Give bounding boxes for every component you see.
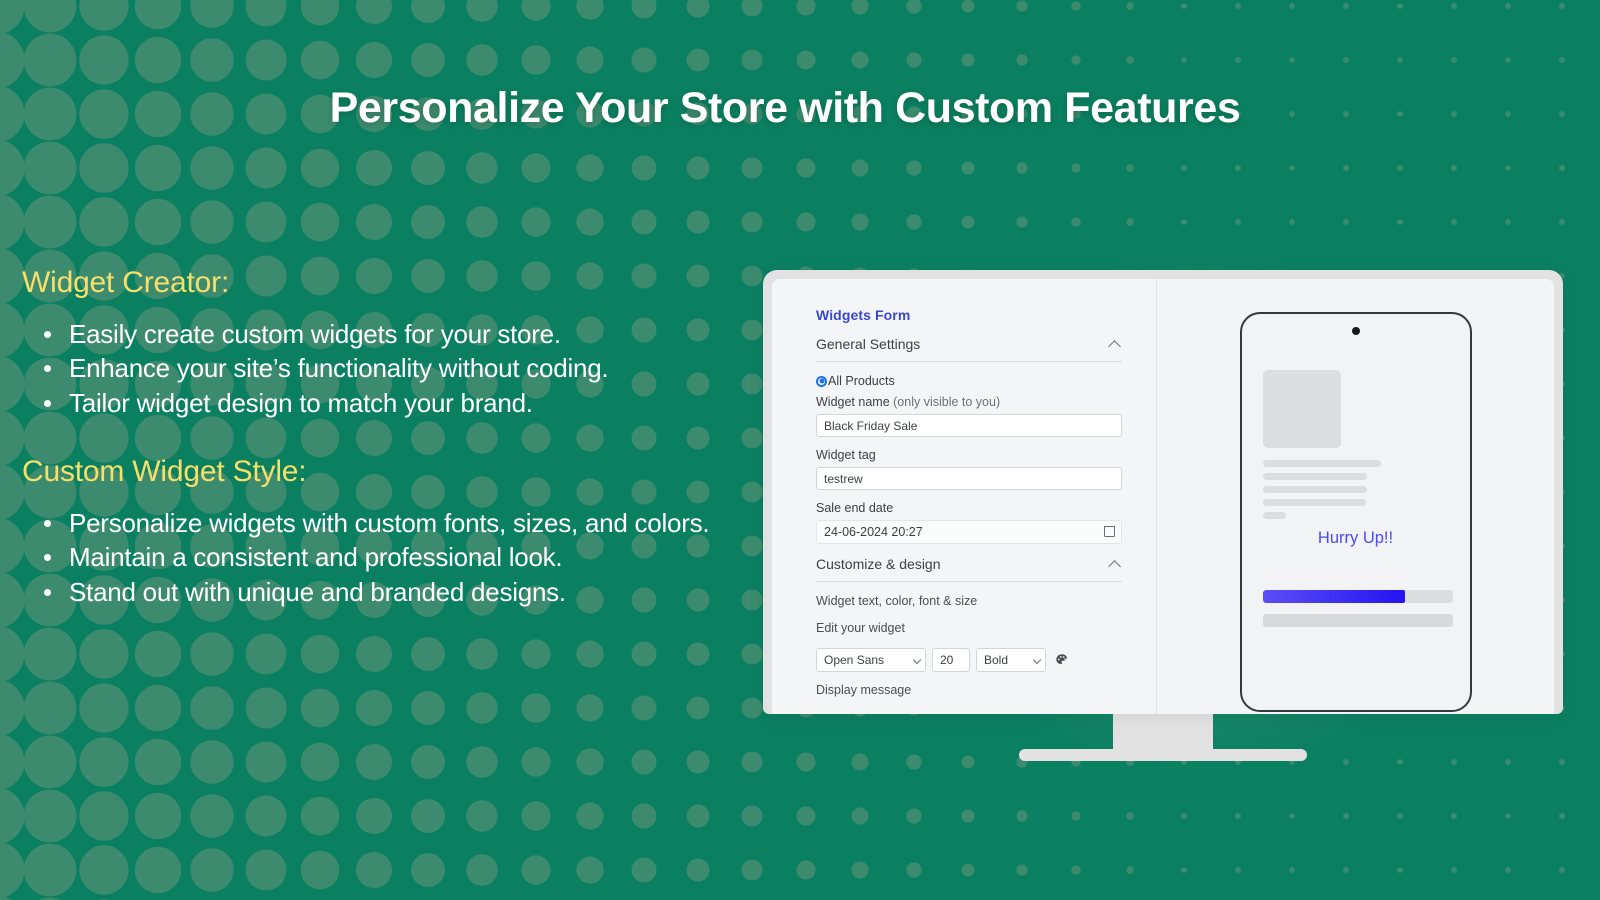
section-widget-creator: Widget Creator: Easily create custom wid… <box>22 266 609 422</box>
font-controls-row <box>816 648 1122 672</box>
edit-widget-label: Edit your widget <box>816 621 905 635</box>
widgets-form-title: Widgets Form <box>816 307 911 323</box>
page-title: Personalize Your Store with Custom Featu… <box>329 84 1241 132</box>
monitor-stand-neck <box>1113 714 1213 749</box>
list-item: Maintain a consistent and professional l… <box>22 542 709 572</box>
widget-tag-label: Widget tag <box>816 448 876 462</box>
widget-preview-message: Hurry Up!! <box>1317 529 1394 547</box>
monitor-mockup: Widgets Form General Settings All Produc… <box>763 270 1563 761</box>
list-item: Easily create custom widgets for your st… <box>22 319 608 349</box>
font-family-wrap <box>816 648 926 672</box>
accordion-title: Customize & design <box>816 556 941 572</box>
all-products-radio-row[interactable]: All Products <box>816 374 1122 388</box>
widget-name-label-text: Widget name <box>816 395 894 409</box>
display-message-label: Display message <box>816 683 912 697</box>
list-item: Enhance your site’s functionality withou… <box>22 353 609 383</box>
widgets-form-pane: Widgets Form General Settings All Produc… <box>772 279 1157 714</box>
list-item: Tailor widget design to match your brand… <box>22 388 608 418</box>
widget-preview-pane: Hurry Up!! <box>1157 279 1554 714</box>
phone-mockup: Hurry Up!! <box>1239 312 1472 712</box>
accordion-customize-design[interactable]: Customize & design <box>816 556 1122 582</box>
phone-content: Hurry Up!! <box>1262 314 1453 627</box>
widget-name-label: Widget name (only visible to you) <box>816 395 1122 409</box>
bullet-list: Easily create custom widgets for your st… <box>22 319 609 418</box>
list-item: Stand out with unique and branded design… <box>22 577 709 607</box>
radio-button-all-products[interactable] <box>816 375 827 387</box>
section-heading: Widget Creator: <box>22 266 230 299</box>
sale-end-date-label: Sale end date <box>816 501 894 515</box>
progress-bar-fill <box>1262 590 1405 603</box>
accordion-general-settings[interactable]: General Settings <box>816 336 1122 362</box>
skeleton-line <box>1262 473 1367 480</box>
skeleton-line <box>1262 460 1381 467</box>
sale-end-date-input[interactable] <box>816 520 1122 544</box>
banner-stage: Personalize Your Store with Custom Featu… <box>0 0 1600 900</box>
widget-name-label-hint: (only visible to you) <box>893 395 1001 409</box>
accordion-title: General Settings <box>816 336 921 352</box>
section-heading: Custom Widget Style: <box>22 455 307 488</box>
progress-bar-track <box>1262 590 1453 603</box>
widget-name-input[interactable] <box>816 414 1122 437</box>
skeleton-line <box>1262 512 1286 519</box>
font-weight-wrap <box>976 648 1046 672</box>
palette-icon[interactable] <box>1055 653 1069 667</box>
skeleton-image <box>1262 370 1341 448</box>
font-weight-select[interactable] <box>976 648 1046 672</box>
bullet-list: Personalize widgets with custom fonts, s… <box>22 508 710 607</box>
font-size-input[interactable] <box>932 648 970 672</box>
monitor-stand-base <box>1019 749 1307 761</box>
chevron-up-icon[interactable] <box>1109 560 1122 568</box>
section-custom-widget-style: Custom Widget Style: Personalize widgets… <box>22 455 710 611</box>
skeleton-footer-bar <box>1262 614 1453 627</box>
phone-camera-icon <box>1351 327 1360 335</box>
sale-end-date-field <box>816 520 1122 544</box>
monitor-screen: Widgets Form General Settings All Produc… <box>772 279 1554 714</box>
customize-note: Widget text, color, font & size <box>816 594 978 608</box>
skeleton-line <box>1262 486 1367 493</box>
calendar-icon[interactable] <box>1103 525 1116 537</box>
font-family-select[interactable] <box>816 648 926 672</box>
skeleton-line <box>1262 499 1366 506</box>
chevron-up-icon[interactable] <box>1109 340 1122 348</box>
list-item: Personalize widgets with custom fonts, s… <box>22 508 710 538</box>
monitor-bezel: Widgets Form General Settings All Produc… <box>763 270 1563 714</box>
radio-label: All Products <box>828 374 895 388</box>
widget-tag-input[interactable] <box>816 467 1122 490</box>
